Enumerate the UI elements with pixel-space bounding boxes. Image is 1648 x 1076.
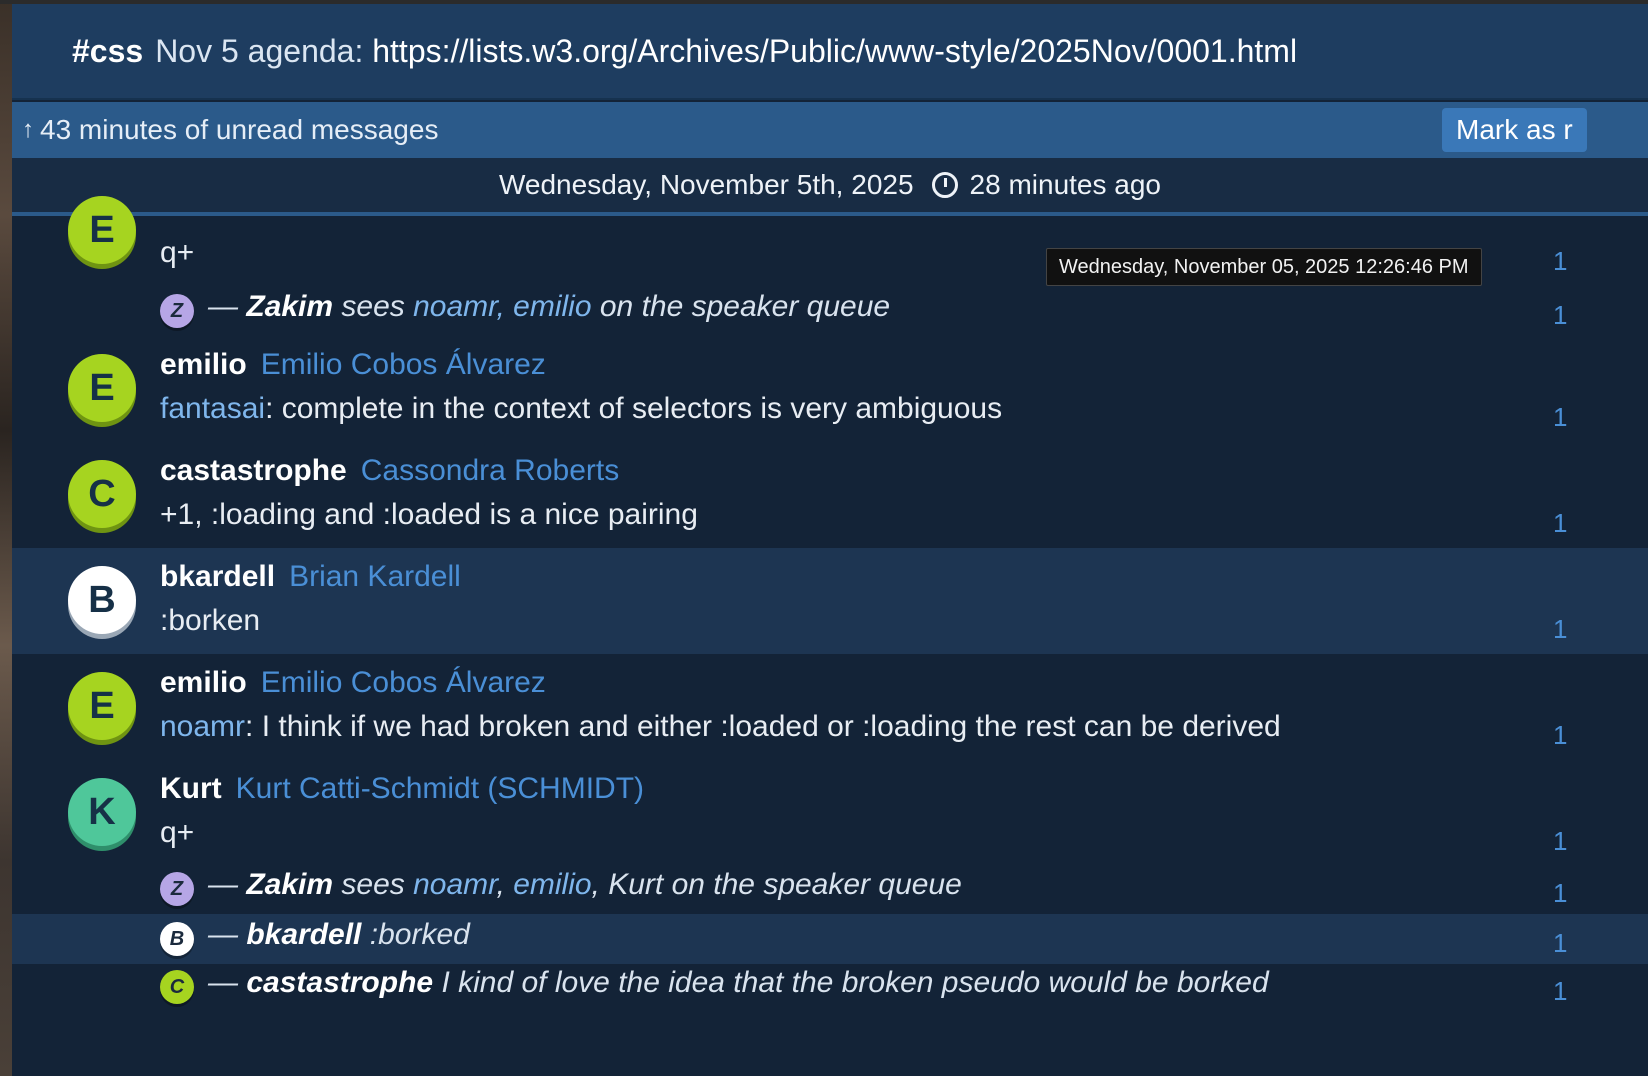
action-dash: — — [208, 290, 238, 323]
action-item: C — castastrophe I kind of love the idea… — [12, 964, 1648, 1014]
action-text: — Zakim sees noamr, emilio, Kurt on the … — [208, 868, 962, 902]
topic-prefix: Nov 5 agenda: — [155, 32, 373, 69]
background-window-edge — [0, 0, 12, 1076]
action-item: Z — Zakim sees noamr, emilio on the spea… — [12, 286, 1648, 336]
message-item-highlighted: B bkardell Brian Kardell :borken 1 — [12, 548, 1648, 654]
date-label: Wednesday, November 5th, 2025 — [498, 169, 914, 200]
message-author[interactable]: castastrophe Cassondra Roberts — [160, 454, 619, 488]
chat-app: #css Nov 5 agenda: https://lists.w3.org/… — [12, 4, 1648, 1076]
message-text: q+ — [160, 816, 195, 849]
action-text: — bkardell :borked — [208, 918, 470, 952]
clock-icon — [931, 172, 958, 198]
message-body: : complete in the context of selectors i… — [265, 392, 1003, 425]
avatar[interactable]: E — [68, 354, 136, 422]
mention[interactable]: noamr, emilio — [413, 290, 591, 323]
avatar[interactable]: K — [68, 778, 136, 846]
message-time[interactable]: 1 — [1553, 720, 1567, 751]
mini-avatar[interactable]: Z — [160, 872, 194, 906]
message-text: noamr: I think if we had broken and eith… — [160, 710, 1281, 744]
nick[interactable]: emilio — [160, 348, 247, 381]
action-dash: — — [208, 966, 238, 999]
real-name: Brian Kardell — [289, 560, 461, 593]
mention[interactable]: emilio — [513, 868, 591, 901]
message-author[interactable]: emilio Emilio Cobos Álvarez — [160, 348, 546, 382]
action-rest: I kind of love the idea that the broken … — [441, 966, 1269, 999]
action-rest: :borked — [369, 918, 470, 951]
message-item: E emilio Emilio Cobos Álvarez noamr: I th… — [12, 654, 1648, 760]
message-body: : I think if we had broken and either :l… — [245, 710, 1281, 743]
action-text: — Zakim sees noamr, emilio on the speake… — [208, 290, 890, 324]
message-time[interactable]: 1 — [1553, 300, 1567, 331]
action-actor[interactable]: Zakim — [246, 290, 333, 323]
unread-label[interactable]: 43 minutes of unread messages — [40, 114, 438, 146]
topic-link[interactable]: https://lists.w3.org/Archives/Public/www… — [372, 33, 1297, 69]
mini-avatar[interactable]: B — [160, 922, 194, 956]
avatar[interactable]: E — [68, 672, 136, 740]
action-dash: — — [208, 918, 238, 951]
message-time[interactable]: 1 — [1553, 508, 1567, 539]
message-time[interactable]: 1 — [1553, 614, 1567, 645]
separator: , — [496, 868, 514, 901]
action-dash: — — [208, 868, 238, 901]
mini-avatar[interactable]: C — [160, 970, 194, 1004]
nick[interactable]: emilio — [160, 666, 247, 699]
arrow-up-icon: ↑ — [22, 116, 34, 143]
channel-topic: Nov 5 agenda: https://lists.w3.org/Archi… — [155, 33, 1297, 70]
message-item: E emilio Emilio Cobos Álvarez fantasai: c… — [12, 336, 1648, 442]
action-actor[interactable]: castastrophe — [246, 966, 433, 999]
avatar[interactable]: B — [68, 566, 136, 634]
action-verb: sees — [341, 868, 405, 901]
action-item: Z — Zakim sees noamr, emilio, Kurt on th… — [12, 866, 1648, 916]
timestamp-tooltip: Wednesday, November 05, 2025 12:26:46 PM — [1046, 248, 1482, 286]
nick[interactable]: Kurt — [160, 772, 222, 805]
message-time[interactable]: 1 — [1553, 826, 1567, 857]
real-name: Cassondra Roberts — [360, 454, 620, 487]
date-divider: Wednesday, November 5th, 2025 28 minutes… — [12, 158, 1648, 216]
message-time[interactable]: 1 — [1553, 878, 1567, 909]
message-author[interactable]: bkardell Brian Kardell — [160, 560, 461, 594]
avatar[interactable]: E — [68, 196, 136, 264]
mention[interactable]: fantasai — [160, 392, 265, 425]
real-name: Kurt Catti-Schmidt (SCHMIDT) — [235, 772, 645, 805]
mention[interactable]: noamr — [413, 868, 496, 901]
real-name: Emilio Cobos Álvarez — [260, 348, 546, 381]
mention[interactable]: noamr — [160, 710, 245, 743]
message-text: q+ — [160, 236, 195, 269]
message-time[interactable]: 1 — [1553, 402, 1567, 433]
relative-time: 28 minutes ago — [969, 169, 1161, 200]
action-rest: , Kurt on the speaker queue — [591, 868, 962, 901]
nick[interactable]: castastrophe — [160, 454, 347, 487]
channel-topic-bar: #css Nov 5 agenda: https://lists.w3.org/… — [12, 4, 1648, 100]
message-text: fantasai: complete in the context of sel… — [160, 392, 1002, 426]
channel-name[interactable]: #css — [72, 33, 143, 70]
message-text: +1, :loading and :loaded is a nice pairi… — [160, 498, 698, 531]
nick[interactable]: bkardell — [160, 560, 275, 593]
action-rest: on the speaker queue — [599, 290, 891, 323]
mark-as-read-button[interactable]: Mark as r — [1442, 108, 1587, 152]
avatar[interactable]: C — [68, 460, 136, 528]
action-actor[interactable]: Zakim — [246, 868, 333, 901]
message-time[interactable]: 1 — [1553, 246, 1567, 277]
action-actor[interactable]: bkardell — [246, 918, 361, 951]
action-item-highlighted: B — bkardell :borked 1 — [12, 914, 1648, 964]
message-item: K Kurt Kurt Catti-Schmidt (SCHMIDT) q+ 1 — [12, 760, 1648, 866]
action-verb: sees — [341, 290, 405, 323]
mini-avatar[interactable]: Z — [160, 294, 194, 328]
message-item: C castastrophe Cassondra Roberts +1, :loa… — [12, 442, 1648, 548]
message-author[interactable]: emilio Emilio Cobos Álvarez — [160, 666, 546, 700]
message-time[interactable]: 1 — [1553, 928, 1567, 959]
message-text: :borken — [160, 604, 261, 637]
action-text: — castastrophe I kind of love the idea t… — [208, 966, 1269, 1000]
message-time[interactable]: 1 — [1553, 976, 1567, 1007]
message-list[interactable]: E q+ 1 Z — Zakim sees noamr, emilio on t… — [12, 196, 1648, 1076]
message-author[interactable]: Kurt Kurt Catti-Schmidt (SCHMIDT) — [160, 772, 644, 806]
unread-banner[interactable]: ↑ 43 minutes of unread messages Mark as … — [12, 102, 1648, 158]
real-name: Emilio Cobos Álvarez — [260, 666, 546, 699]
